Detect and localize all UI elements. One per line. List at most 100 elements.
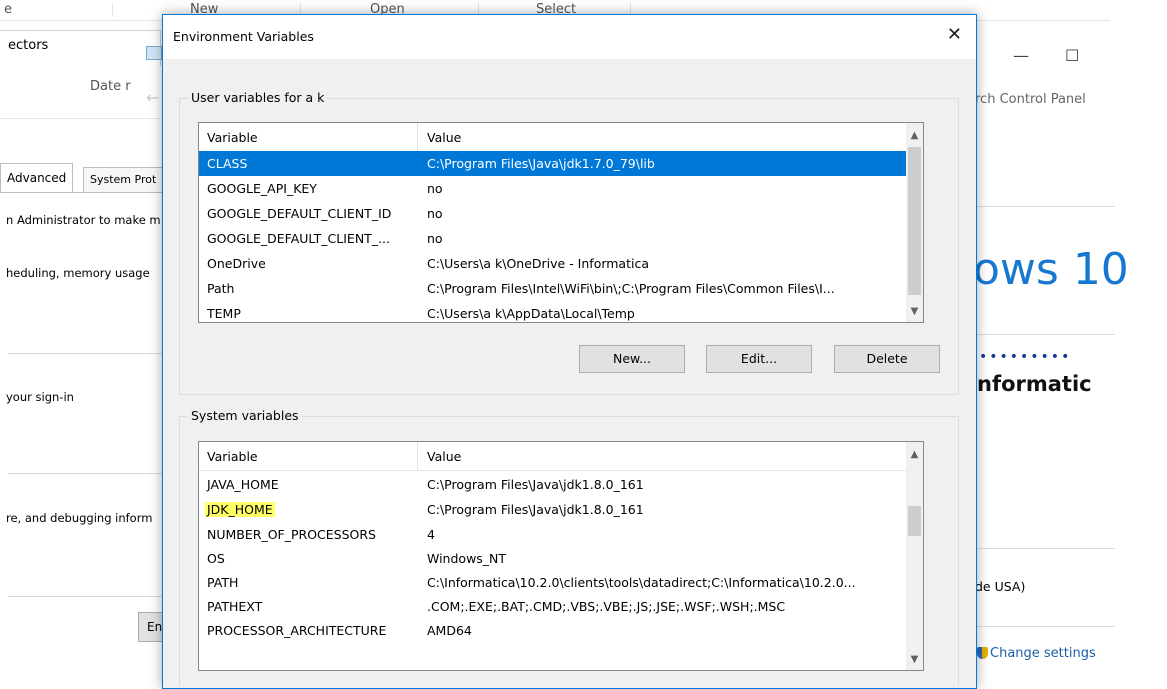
minimize-icon[interactable]: — bbox=[1013, 46, 1029, 65]
row-variable: GOOGLE_DEFAULT_CLIENT_ID bbox=[207, 206, 392, 221]
close-icon[interactable]: ✕ bbox=[947, 24, 962, 45]
user-variables-group: User variables for a k Variable Value CL… bbox=[179, 90, 959, 395]
divider bbox=[8, 596, 163, 597]
row-variable: JAVA_HOME bbox=[207, 477, 279, 492]
explorer-tab[interactable]: ectors bbox=[0, 30, 161, 66]
row-value: C:\Program Files\Intel\WiFi\bin\;C:\Prog… bbox=[427, 281, 835, 296]
sysprop-text: n Administrator to make m bbox=[6, 213, 161, 227]
row-variable: OS bbox=[207, 551, 225, 566]
maximize-icon[interactable]: ☐ bbox=[1065, 46, 1079, 65]
user-variables-label: User variables for a k bbox=[188, 90, 328, 105]
company-logo-dots: ••••••••• bbox=[979, 349, 1072, 365]
toolbar-separator bbox=[112, 3, 113, 17]
table-row[interactable]: GOOGLE_DEFAULT_CLIENT_ID no bbox=[199, 201, 919, 226]
row-variable: PROCESSOR_ARCHITECTURE bbox=[207, 623, 387, 638]
divider bbox=[975, 334, 1115, 335]
column-divider[interactable] bbox=[417, 442, 418, 470]
row-value: C:\Program Files\Java\jdk1.8.0_161 bbox=[427, 502, 644, 517]
table-row[interactable]: PROCESSOR_ARCHITECTURE AMD64 bbox=[199, 618, 919, 643]
divider bbox=[975, 206, 1115, 207]
row-variable: OneDrive bbox=[207, 256, 266, 271]
row-variable: CLASS bbox=[207, 156, 248, 171]
tab-system-protection[interactable]: System Prot bbox=[83, 167, 164, 193]
locale-text: de USA) bbox=[975, 579, 1026, 594]
row-value: no bbox=[427, 206, 443, 221]
scroll-up-icon[interactable]: ▲ bbox=[906, 127, 923, 144]
table-row[interactable]: NUMBER_OF_PROCESSORS 4 bbox=[199, 522, 919, 547]
sysprop-text: your sign-in bbox=[6, 390, 74, 404]
scrollbar-thumb[interactable] bbox=[908, 506, 921, 536]
list-header: Variable Value bbox=[199, 123, 919, 152]
system-variables-group: System variables Variable Value JAVA_HOM… bbox=[179, 408, 959, 686]
highlighted-variable: JDK_HOME bbox=[205, 502, 275, 517]
system-properties-tabs: Advanced System Prot bbox=[0, 163, 165, 193]
edit-variable-button[interactable]: Edit... bbox=[706, 345, 812, 373]
table-row[interactable]: GOOGLE_API_KEY no bbox=[199, 176, 919, 201]
scroll-down-icon[interactable]: ▼ bbox=[906, 651, 923, 668]
table-row[interactable]: PATHEXT .COM;.EXE;.BAT;.CMD;.VBS;.VBE;.J… bbox=[199, 594, 919, 619]
divider bbox=[975, 548, 1115, 549]
row-value: no bbox=[427, 231, 443, 246]
tab-advanced[interactable]: Advanced bbox=[0, 163, 74, 193]
column-divider[interactable] bbox=[417, 123, 418, 151]
new-variable-button[interactable]: New... bbox=[579, 345, 685, 373]
scrollbar-thumb[interactable] bbox=[908, 147, 921, 295]
back-arrow-icon[interactable]: ← bbox=[146, 88, 159, 107]
divider bbox=[975, 626, 1115, 627]
explorer-header: Date r bbox=[0, 64, 160, 119]
company-logo: nformatic bbox=[977, 372, 1092, 396]
column-header-value[interactable]: Value bbox=[427, 449, 461, 464]
row-variable: PATH bbox=[207, 575, 239, 590]
row-variable: PATHEXT bbox=[207, 599, 263, 614]
row-variable: GOOGLE_API_KEY bbox=[207, 181, 317, 196]
row-value: C:\Program Files\Java\jdk1.7.0_79\lib bbox=[427, 156, 655, 171]
system-list-scrollbar[interactable]: ▲ ▼ bbox=[906, 442, 923, 670]
table-row[interactable]: OS Windows_NT bbox=[199, 546, 919, 571]
dialog-title: Environment Variables bbox=[173, 29, 314, 44]
change-settings-link[interactable]: Change settings bbox=[977, 646, 1096, 661]
change-settings-label: Change settings bbox=[990, 646, 1096, 661]
row-variable: JDK_HOME bbox=[205, 502, 275, 517]
row-variable: TEMP bbox=[207, 306, 241, 321]
column-header-variable[interactable]: Variable bbox=[207, 449, 258, 464]
row-value: AMD64 bbox=[427, 623, 472, 638]
delete-variable-button[interactable]: Delete bbox=[834, 345, 940, 373]
scroll-up-icon[interactable]: ▲ bbox=[906, 446, 923, 463]
environment-variables-dialog: Environment Variables ✕ User variables f… bbox=[162, 14, 977, 689]
user-variables-list[interactable]: Variable Value CLASS C:\Program Files\Ja… bbox=[198, 122, 924, 323]
row-value: C:\Users\a k\OneDrive - Informatica bbox=[427, 256, 650, 271]
column-header-value[interactable]: Value bbox=[427, 130, 461, 145]
row-value: .COM;.EXE;.BAT;.CMD;.VBS;.VBE;.JS;.JSE;.… bbox=[427, 599, 786, 614]
table-row[interactable]: TEMP C:\Users\a k\AppData\Local\Temp bbox=[199, 301, 919, 322]
table-row[interactable]: CLASS C:\Program Files\Java\jdk1.7.0_79\… bbox=[199, 151, 919, 176]
row-value: no bbox=[427, 181, 443, 196]
date-column-header[interactable]: Date r bbox=[90, 79, 131, 94]
table-row[interactable]: GOOGLE_DEFAULT_CLIENT_... no bbox=[199, 226, 919, 251]
sysprop-text: re, and debugging inform bbox=[6, 511, 153, 525]
scroll-down-icon[interactable]: ▼ bbox=[906, 303, 923, 320]
column-header-variable[interactable]: Variable bbox=[207, 130, 258, 145]
table-row[interactable]: OneDrive C:\Users\a k\OneDrive - Informa… bbox=[199, 251, 919, 276]
row-value: C:\Informatica\10.2.0\clients\tools\data… bbox=[427, 575, 856, 590]
table-row[interactable]: JDK_HOME C:\Program Files\Java\jdk1.8.0_… bbox=[199, 497, 919, 522]
row-variable: NUMBER_OF_PROCESSORS bbox=[207, 527, 376, 542]
user-list-scrollbar[interactable]: ▲ ▼ bbox=[906, 123, 923, 322]
search-control-panel[interactable]: rch Control Panel bbox=[975, 92, 1086, 107]
row-variable: GOOGLE_DEFAULT_CLIENT_... bbox=[207, 231, 390, 246]
sysprop-text: heduling, memory usage bbox=[6, 266, 150, 280]
table-row[interactable]: Path C:\Program Files\Intel\WiFi\bin\;C:… bbox=[199, 276, 919, 301]
row-value: Windows_NT bbox=[427, 551, 507, 566]
table-row[interactable]: JAVA_HOME C:\Program Files\Java\jdk1.8.0… bbox=[199, 472, 919, 497]
system-variables-list[interactable]: Variable Value JAVA_HOME C:\Program File… bbox=[198, 441, 924, 671]
table-row[interactable]: PATH C:\Informatica\10.2.0\clients\tools… bbox=[199, 570, 919, 595]
row-variable: Path bbox=[207, 281, 235, 296]
divider bbox=[8, 353, 163, 354]
list-header: Variable Value bbox=[199, 442, 919, 471]
explorer-tab-label: ectors bbox=[8, 38, 49, 53]
window-icon bbox=[146, 46, 162, 60]
divider bbox=[8, 473, 163, 474]
toolbar-fragment: e bbox=[4, 2, 12, 17]
dialog-titlebar[interactable]: Environment Variables ✕ bbox=[163, 15, 976, 59]
row-value: C:\Program Files\Java\jdk1.8.0_161 bbox=[427, 477, 644, 492]
system-properties-body: n Administrator to make m heduling, memo… bbox=[0, 192, 165, 653]
